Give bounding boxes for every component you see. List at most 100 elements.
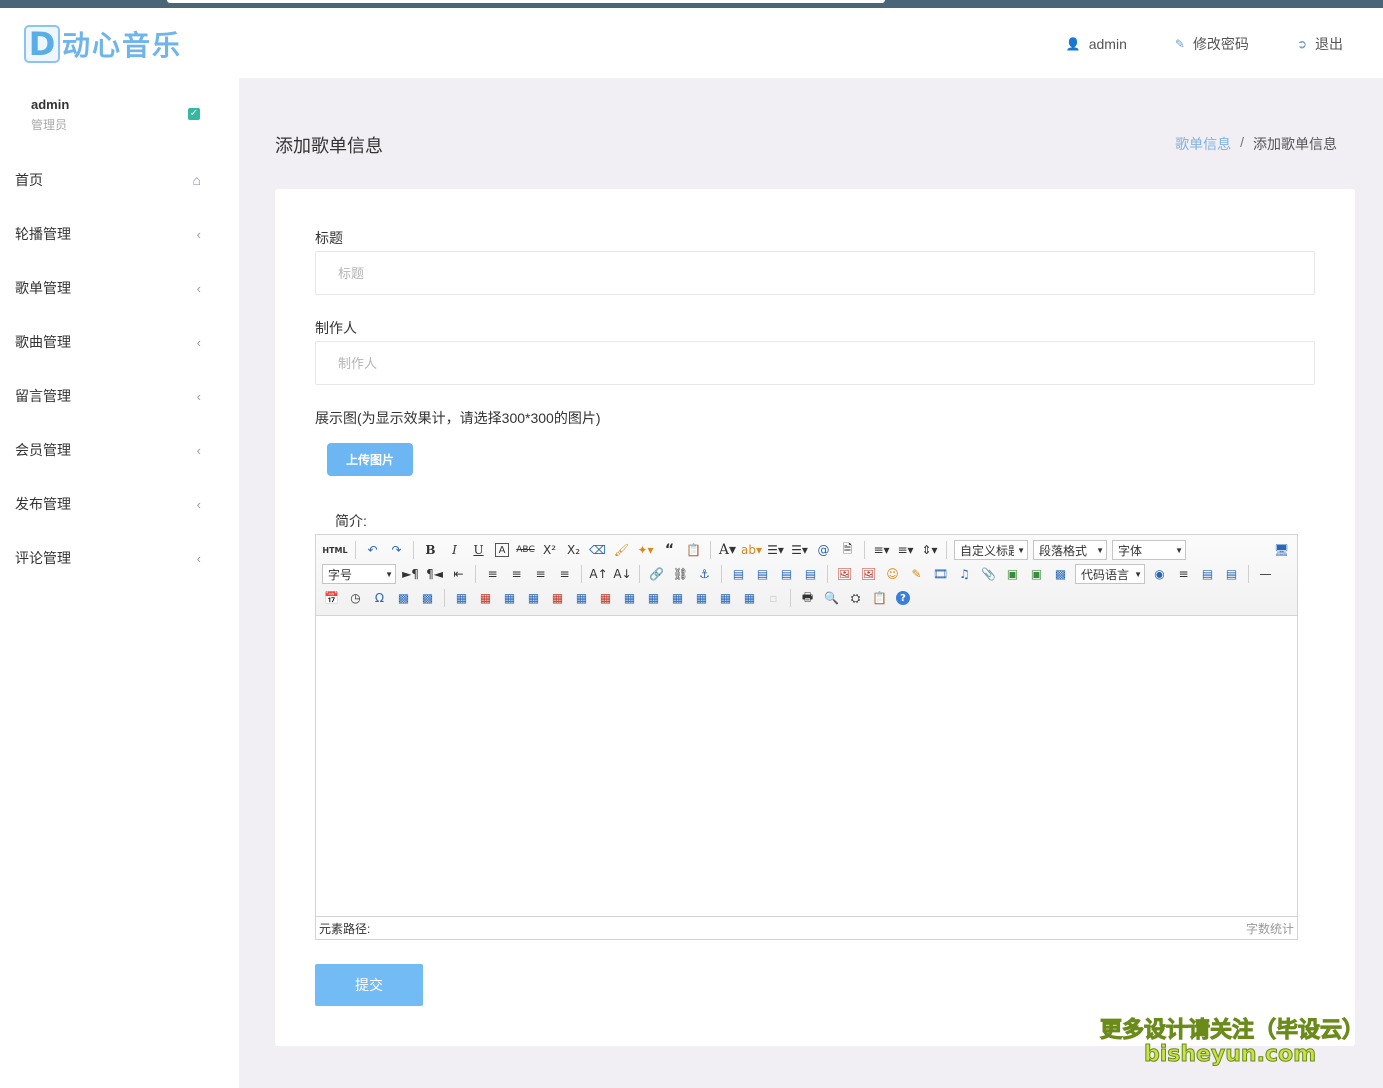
eraser-icon[interactable]: ⌫ xyxy=(586,539,609,561)
horizontal-rule-icon[interactable]: — xyxy=(1254,563,1277,585)
drafts-icon[interactable]: 📋 xyxy=(868,587,891,609)
unlink-icon[interactable]: ⛓ xyxy=(669,563,692,585)
word-image-icon[interactable]: ▩ xyxy=(416,587,439,609)
map-icon[interactable]: ▣ xyxy=(1001,563,1024,585)
image-left-icon[interactable]: ▤ xyxy=(751,563,774,585)
lowercase-icon[interactable]: A↓ xyxy=(611,563,634,585)
multi-image-icon[interactable]: 🖼 xyxy=(857,563,880,585)
strikethrough-icon[interactable]: ABC xyxy=(514,539,537,561)
page-break-icon[interactable]: ≡ xyxy=(1172,563,1195,585)
paste-plain-icon[interactable]: 📋 xyxy=(682,539,705,561)
image-right-icon[interactable]: ▤ xyxy=(775,563,798,585)
blockquote-icon[interactable]: “ xyxy=(658,539,681,561)
insert-row-icon[interactable]: ▦ xyxy=(522,587,545,609)
custom-title-select[interactable]: 自定义标题 ▼ xyxy=(954,540,1028,560)
bold-icon[interactable]: B xyxy=(419,539,442,561)
clear-document-icon[interactable]: 🗎 xyxy=(836,539,859,561)
delete-row-icon[interactable]: ▦ xyxy=(546,587,569,609)
preview-icon[interactable]: 🔍 xyxy=(820,587,843,609)
attachment-icon[interactable]: 📎 xyxy=(977,563,1000,585)
auto-format-icon[interactable]: ✦▾ xyxy=(634,539,657,561)
split-rows-icon[interactable]: ▦ xyxy=(714,587,737,609)
anchor-icon[interactable]: ⚓ xyxy=(693,563,716,585)
line-height-icon[interactable]: ⇕▾ xyxy=(918,539,941,561)
paragraph-format-select[interactable]: 段落格式 ▼ xyxy=(1033,540,1107,560)
insert-table-icon[interactable]: ▦ xyxy=(450,587,473,609)
time-icon[interactable]: ◷ xyxy=(344,587,367,609)
fullscreen-icon[interactable]: 🖥 xyxy=(1270,539,1293,561)
superscript-icon[interactable]: X² xyxy=(538,539,561,561)
align-justify-icon[interactable]: ≡ xyxy=(553,563,576,585)
editor-content-area[interactable] xyxy=(316,616,1297,916)
row-spacing-bottom-icon[interactable]: ≡▾ xyxy=(894,539,917,561)
align-right-icon[interactable]: ≡ xyxy=(529,563,552,585)
split-cols-icon[interactable]: ▦ xyxy=(738,587,761,609)
merge-right-icon[interactable]: ▦ xyxy=(642,587,665,609)
unordered-list-icon[interactable]: ☰▾ xyxy=(788,539,811,561)
special-chars-icon[interactable]: Ω xyxy=(368,587,391,609)
emotion-icon[interactable]: ☺ xyxy=(881,563,904,585)
link-icon[interactable]: 🔗 xyxy=(645,563,668,585)
merge-cells-icon[interactable]: ▦ xyxy=(618,587,641,609)
change-password-link[interactable]: ✎ 修改密码 xyxy=(1175,34,1249,54)
sidebar-item-playlists[interactable]: 歌单管理 ‹ xyxy=(0,261,239,315)
sidebar-item-members[interactable]: 会员管理 ‹ xyxy=(0,423,239,477)
maker-input[interactable] xyxy=(315,341,1315,385)
subscript-icon[interactable]: X₂ xyxy=(562,539,585,561)
sidebar-item-songs[interactable]: 歌曲管理 ‹ xyxy=(0,315,239,369)
delete-col-icon[interactable]: ▦ xyxy=(594,587,617,609)
search-replace-icon[interactable]: ⛭ xyxy=(844,587,867,609)
image-center-icon[interactable]: ▤ xyxy=(799,563,822,585)
submit-button[interactable]: 提交 xyxy=(315,964,423,1006)
scrawl-icon[interactable]: ✎ xyxy=(905,563,928,585)
indent-icon[interactable]: ⇤ xyxy=(447,563,470,585)
insert-video-icon[interactable]: 🎞 xyxy=(929,563,952,585)
print-icon[interactable]: 🖶 xyxy=(796,587,819,609)
split-cells-icon[interactable]: ▦ xyxy=(690,587,713,609)
font-size-select[interactable]: 字号 ▼ xyxy=(322,564,396,584)
app-logo[interactable]: D 动心音乐 xyxy=(24,24,182,64)
insert-col-icon[interactable]: ▦ xyxy=(570,587,593,609)
redo-icon[interactable]: ↷ xyxy=(385,539,408,561)
html-source-button[interactable]: HTML xyxy=(320,539,350,561)
template-icon[interactable]: ▤ xyxy=(1196,563,1219,585)
align-center-icon[interactable]: ≡ xyxy=(505,563,528,585)
music-icon[interactable]: ♫ xyxy=(953,563,976,585)
sidebar-item-home[interactable]: 首页 ⌂ xyxy=(0,153,239,207)
chart-icon[interactable]: ▫ xyxy=(762,587,785,609)
underline-icon[interactable]: U xyxy=(467,539,490,561)
image-none-icon[interactable]: ▤ xyxy=(727,563,750,585)
font-family-select[interactable]: 字体 ▼ xyxy=(1112,540,1186,560)
gmap-icon[interactable]: ▣ xyxy=(1025,563,1048,585)
align-left-icon[interactable]: ≡ xyxy=(481,563,504,585)
uppercase-icon[interactable]: A↑ xyxy=(587,563,610,585)
background-icon[interactable]: ▤ xyxy=(1220,563,1243,585)
font-color-icon[interactable]: A▾ xyxy=(716,539,739,561)
title-input[interactable] xyxy=(315,251,1315,295)
upload-image-button[interactable]: 上传图片 xyxy=(327,443,413,476)
italic-icon[interactable]: I xyxy=(443,539,466,561)
breadcrumb-parent[interactable]: 歌单信息 xyxy=(1175,134,1231,154)
help-icon[interactable]: ? xyxy=(896,591,910,605)
format-brush-icon[interactable]: 🖌 xyxy=(610,539,633,561)
undo-icon[interactable]: ↶ xyxy=(361,539,384,561)
insert-frame-icon[interactable]: ▩ xyxy=(1049,563,1072,585)
header-user-link[interactable]: 👤 admin xyxy=(1066,34,1127,54)
select-all-icon[interactable]: @ xyxy=(812,539,835,561)
snap-screen-icon[interactable]: ▩ xyxy=(392,587,415,609)
web-app-icon[interactable]: ◉ xyxy=(1148,563,1171,585)
sidebar-item-comments[interactable]: 评论管理 ‹ xyxy=(0,531,239,585)
delete-table-icon[interactable]: ▦ xyxy=(474,587,497,609)
date-icon[interactable]: 📅 xyxy=(320,587,343,609)
font-border-icon[interactable]: A xyxy=(495,543,509,557)
row-spacing-top-icon[interactable]: ≡▾ xyxy=(870,539,893,561)
logout-link[interactable]: ➲ 退出 xyxy=(1297,34,1343,54)
rtl-direction-icon[interactable]: ¶◄ xyxy=(423,563,446,585)
insert-image-icon[interactable]: 🖼 xyxy=(833,563,856,585)
code-language-select[interactable]: 代码语言 ▼ xyxy=(1075,564,1145,584)
merge-down-icon[interactable]: ▦ xyxy=(666,587,689,609)
ltr-direction-icon[interactable]: ►¶ xyxy=(399,563,422,585)
sidebar-item-publish[interactable]: 发布管理 ‹ xyxy=(0,477,239,531)
insert-paragraph-before-table-icon[interactable]: ▦ xyxy=(498,587,521,609)
sidebar-item-messages[interactable]: 留言管理 ‹ xyxy=(0,369,239,423)
